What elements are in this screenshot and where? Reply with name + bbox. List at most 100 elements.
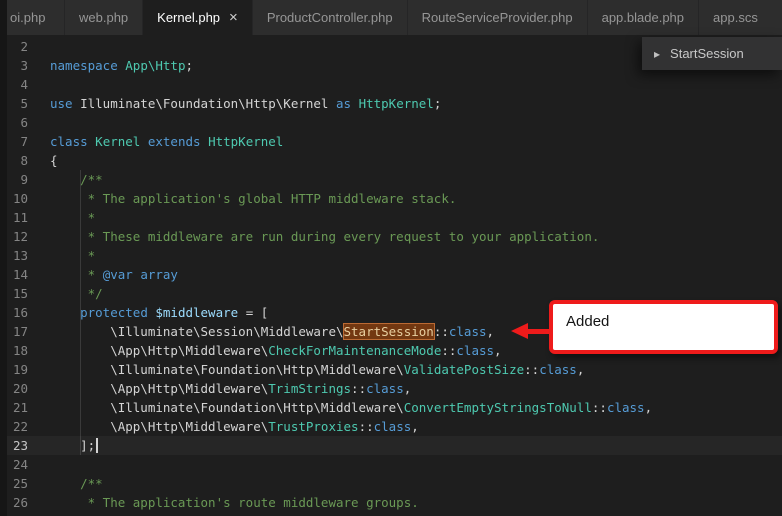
code-segment: * xyxy=(50,248,96,263)
window-edge-strip xyxy=(0,0,7,516)
tab-oi-php[interactable]: oi.php xyxy=(0,0,64,35)
code-segment: HttpKernel xyxy=(358,96,434,111)
code-segment: \App\Http\Middleware\ xyxy=(50,419,269,434)
close-icon[interactable]: × xyxy=(229,10,238,25)
code-segment: = [ xyxy=(238,305,269,320)
code-segment: \App\Http\Middleware\ xyxy=(50,381,269,396)
tab-label: app.scs xyxy=(713,10,758,25)
popup-label: StartSession xyxy=(670,46,744,61)
code-line[interactable]: 26 * The application's route middleware … xyxy=(0,493,782,512)
code-editor[interactable]: 2 3 namespace App\Http; 4 5 use Illuminate\Fo… xyxy=(0,35,782,516)
tab-label: Kernel.php xyxy=(157,10,221,25)
code-segment: Illuminate\Foundation\Http\Kernel xyxy=(72,96,336,111)
startsession-popup[interactable]: ▸ StartSession xyxy=(642,37,782,70)
code-text: \App\Http\Middleware\TrimStrings::class, xyxy=(43,379,411,398)
code-segment: :: xyxy=(351,381,367,396)
code-line[interactable]: 23 ]; xyxy=(0,436,782,455)
code-line[interactable]: 5 use Illuminate\Foundation\Http\Kernel a… xyxy=(0,94,782,113)
tab-app-blade-php[interactable]: app.blade.php xyxy=(587,0,699,35)
code-segment: :: xyxy=(524,362,540,377)
code-segment: , xyxy=(403,381,412,396)
text-cursor xyxy=(96,438,99,453)
tab-productcontroller-php[interactable]: ProductController.php xyxy=(252,0,407,35)
highlighted-token: StartSession xyxy=(342,323,435,340)
code-segment: \App\Http\Middleware\ xyxy=(50,343,269,358)
code-line[interactable]: 21 \Illuminate\Foundation\Http\Middlewar… xyxy=(0,398,782,417)
code-text: namespace App\Http; xyxy=(43,56,193,75)
code-line[interactable]: 20 \App\Http\Middleware\TrimStrings::cla… xyxy=(0,379,782,398)
code-text: \App\Http\Middleware\TrustProxies::class… xyxy=(43,417,419,436)
code-line[interactable]: 12 * These middleware are run during eve… xyxy=(0,227,782,246)
annotation-arrow-head xyxy=(511,323,528,339)
code-segment: \Illuminate\Session\Middleware\ xyxy=(50,324,344,339)
code-segment: as xyxy=(335,96,352,111)
code-segment: :: xyxy=(358,419,374,434)
code-text: ]; xyxy=(43,436,99,455)
code-segment: */ xyxy=(50,286,103,301)
code-segment: * The application's global HTTP middlewa… xyxy=(50,191,457,206)
code-line[interactable]: 8{ xyxy=(0,151,782,170)
code-segment: class xyxy=(448,324,487,339)
code-segment: , xyxy=(411,419,419,434)
code-text: use Illuminate\Foundation\Http\Kernel as… xyxy=(43,94,441,113)
code-segment: class xyxy=(606,400,645,415)
code-text: * The application's global HTTP middlewa… xyxy=(43,189,457,208)
code-text: /** xyxy=(43,170,103,189)
code-line[interactable]: 11 * xyxy=(0,208,782,227)
code-text: \Illuminate\Foundation\Http\Middleware\V… xyxy=(43,360,584,379)
code-text: class Kernel extends HttpKernel xyxy=(43,132,283,151)
code-line[interactable]: 14 * @var array xyxy=(0,265,782,284)
code-segment: class xyxy=(456,343,495,358)
tab-label: web.php xyxy=(79,10,129,25)
added-annotation-box: Added xyxy=(549,300,778,354)
code-segment: HttpKernel xyxy=(208,134,284,149)
code-text: { xyxy=(43,151,58,170)
code-segment: { xyxy=(50,153,58,168)
code-line[interactable]: 9 /** xyxy=(0,170,782,189)
tab-kernel-php[interactable]: Kernel.php × xyxy=(143,0,252,35)
code-segment: /** xyxy=(50,172,103,187)
annotation-label: Added xyxy=(566,313,610,330)
code-line[interactable]: 19 \Illuminate\Foundation\Http\Middlewar… xyxy=(0,360,782,379)
code-line[interactable]: 25 /** xyxy=(0,474,782,493)
tab-app-scss[interactable]: app.scs xyxy=(699,0,782,35)
code-segment: App\Http xyxy=(125,58,186,73)
code-line[interactable]: 22 \App\Http\Middleware\TrustProxies::cl… xyxy=(0,417,782,436)
code-text: /** xyxy=(43,474,103,493)
code-line[interactable]: 4 xyxy=(0,75,782,94)
tab-routeserviceprovider-php[interactable]: RouteServiceProvider.php xyxy=(407,0,587,35)
code-segment: :: xyxy=(591,400,607,415)
code-segment: \Illuminate\Foundation\Http\Middleware\ xyxy=(50,400,404,415)
code-line[interactable]: 10 * The application's global HTTP middl… xyxy=(0,189,782,208)
tab-web-php[interactable]: web.php xyxy=(65,0,143,35)
code-segment: class xyxy=(50,134,88,149)
code-segment: namespace xyxy=(50,58,118,73)
tab-label: ProductController.php xyxy=(266,10,393,25)
code-text: \App\Http\Middleware\CheckForMaintenance… xyxy=(43,341,501,360)
code-text: * @var array xyxy=(43,265,178,284)
code-text: protected $middleware = [ xyxy=(43,303,268,322)
code-segment: ]; xyxy=(50,438,96,453)
code-line[interactable]: 13 * xyxy=(0,246,782,265)
code-segment: ConvertEmptyStringsToNull xyxy=(403,400,592,415)
tab-bar: oi.php web.php Kernel.php × ProductContr… xyxy=(0,0,782,35)
code-line[interactable]: 6 xyxy=(0,113,782,132)
code-segment: class xyxy=(539,362,577,377)
code-text: * The application's route middleware gro… xyxy=(43,493,419,512)
code-text: * xyxy=(43,208,96,227)
code-segment: ; xyxy=(433,96,442,111)
code-segment: /** xyxy=(50,476,103,491)
code-segment: TrimStrings xyxy=(268,381,352,396)
code-text: * xyxy=(43,246,96,265)
code-line[interactable]: 24 xyxy=(0,455,782,474)
code-line[interactable]: 7 class Kernel extends HttpKernel xyxy=(0,132,782,151)
code-segment: class xyxy=(366,381,404,396)
tab-label: RouteServiceProvider.php xyxy=(421,10,573,25)
code-segment: TrustProxies xyxy=(268,419,359,434)
